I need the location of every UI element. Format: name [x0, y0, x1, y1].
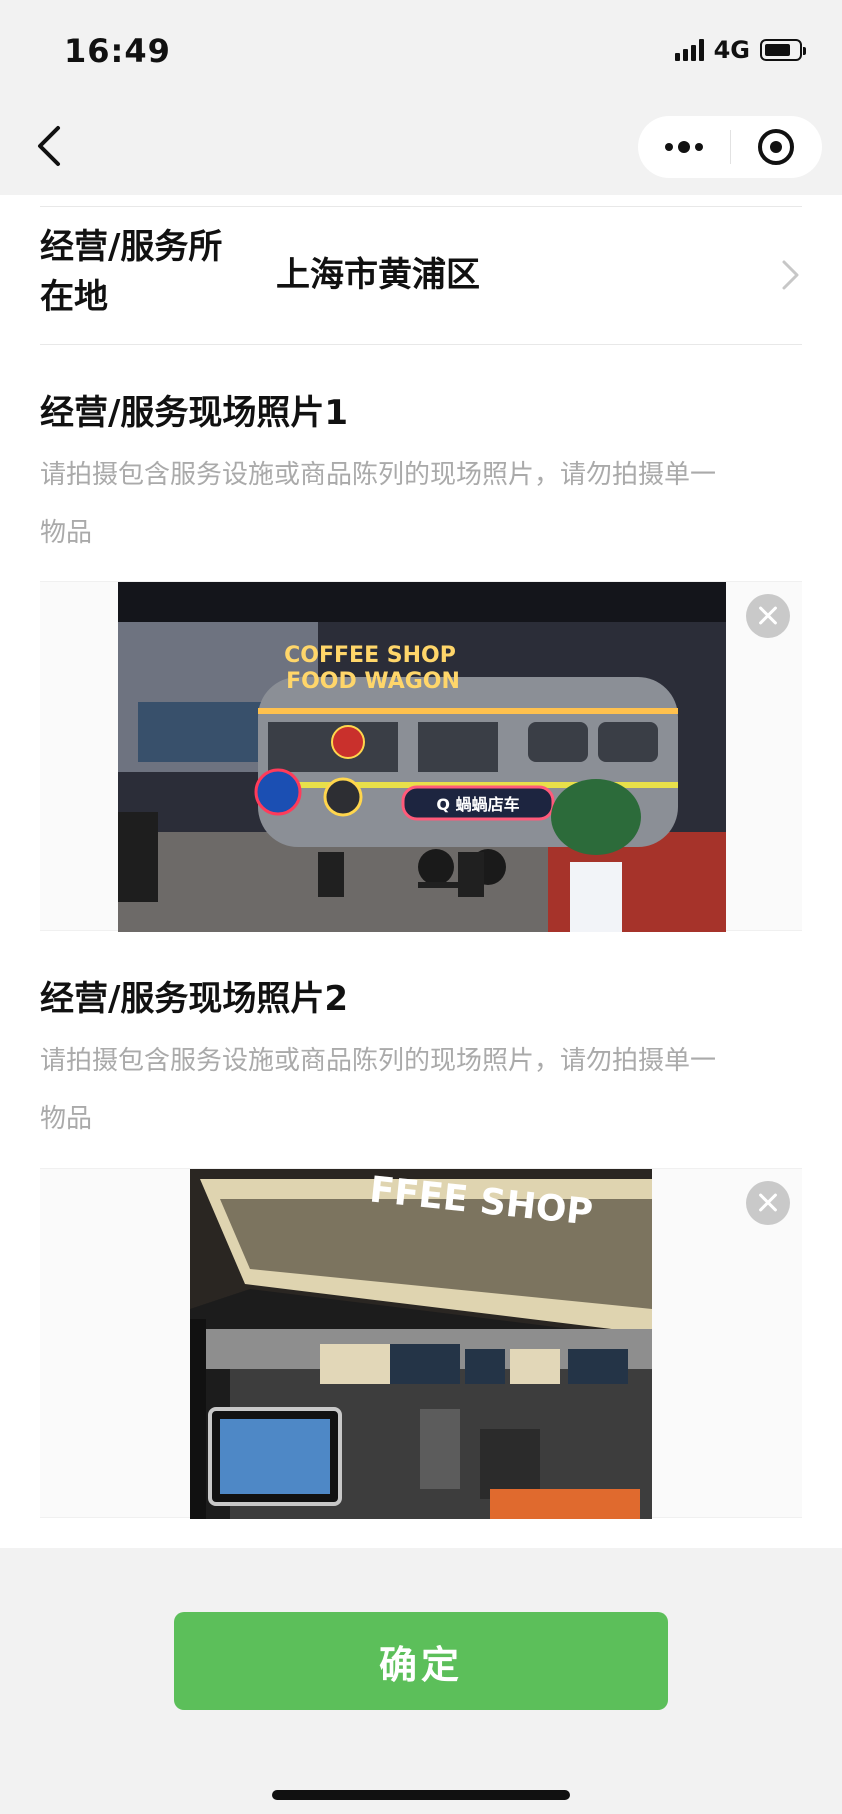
- bottom-bar: 确定: [0, 1548, 842, 1814]
- close-mini-program-button[interactable]: [731, 116, 823, 178]
- photo-2-card: FFEE SHOP: [40, 1168, 802, 1519]
- photo-2-title: 经营/服务现场照片2: [40, 979, 349, 1019]
- target-icon: [758, 129, 795, 165]
- chevron-right-icon: [782, 260, 799, 290]
- chevron-left-icon: [38, 126, 60, 166]
- location-label: 经营/服务所 在地: [40, 227, 223, 317]
- back-button[interactable]: [30, 122, 70, 170]
- mini-program-capsule: [638, 116, 822, 178]
- photo-1-sign-line2: FOOD WAGON: [286, 669, 460, 694]
- photo-2-image[interactable]: FFEE SHOP: [190, 1169, 652, 1519]
- remove-photo-1-button[interactable]: [746, 594, 790, 638]
- battery-icon: [760, 39, 806, 61]
- photo-1-description: 请拍摄包含服务设施或商品陈列的现场照片，请勿拍摄单一 物品: [40, 460, 717, 548]
- more-icon: [664, 141, 703, 153]
- photo-1-card: Q 蝸蝸店车 COFFEE SHOP FOOD WAGON: [40, 581, 802, 932]
- confirm-button[interactable]: 确定: [174, 1612, 668, 1710]
- signal-icon: [674, 39, 704, 61]
- status-indicators: 4G: [674, 36, 806, 64]
- divider: [40, 344, 802, 345]
- photo-1-shop-sign: Q 蝸蝸店车: [436, 795, 519, 814]
- home-indicator[interactable]: [272, 1790, 570, 1800]
- photo-2-description: 请拍摄包含服务设施或商品陈列的现场照片，请勿拍摄单一 物品: [40, 1046, 717, 1134]
- photo-1-title: 经营/服务现场照片1: [40, 393, 349, 433]
- photo-1-image[interactable]: Q 蝸蝸店车 COFFEE SHOP FOOD WAGON: [118, 582, 726, 932]
- more-button[interactable]: [638, 116, 730, 178]
- top-chrome: 16:49 4G: [0, 0, 842, 195]
- photo-1-sign-line1: COFFEE SHOP: [284, 643, 456, 668]
- status-time: 16:49: [64, 32, 171, 70]
- network-type: 4G: [713, 36, 750, 64]
- location-value: 上海市黄浦区: [276, 255, 480, 295]
- remove-photo-2-button[interactable]: [746, 1181, 790, 1225]
- divider: [40, 206, 802, 207]
